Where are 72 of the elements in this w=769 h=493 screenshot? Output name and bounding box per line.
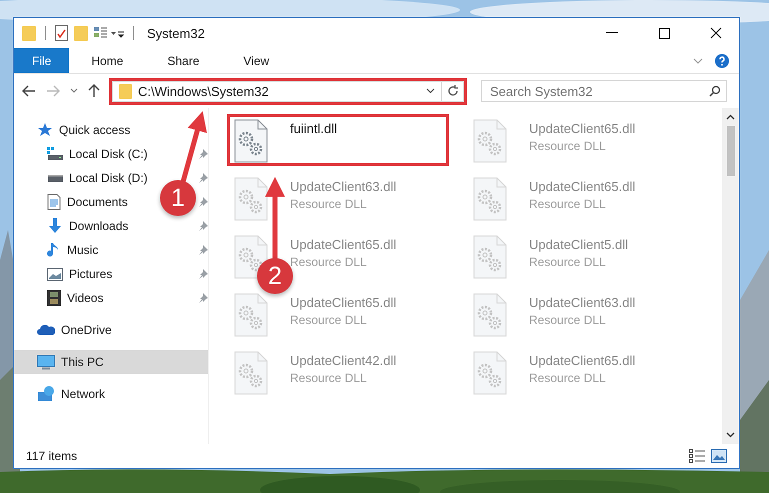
sidebar-item[interactable]: This PC: [14, 350, 208, 374]
computer-icon: [37, 354, 55, 370]
pin-icon[interactable]: [198, 149, 208, 159]
drive-icon: [47, 147, 63, 161]
dropdown-caret-icon[interactable]: [426, 88, 435, 94]
ribbon-tab[interactable]: Share: [145, 48, 222, 73]
callout-arrow: [180, 111, 207, 183]
expand-ribbon-icon[interactable]: [693, 58, 703, 64]
item-count: 117 items: [26, 449, 78, 463]
large-icons-view-icon[interactable]: [711, 449, 727, 463]
properties-icon[interactable]: [55, 25, 68, 41]
ribbon-tab[interactable]: Home: [69, 48, 146, 73]
sidebar-item[interactable]: Videos: [67, 291, 104, 305]
pin-icon[interactable]: [198, 173, 208, 183]
refresh-icon: [446, 85, 458, 97]
scroll-up-icon[interactable]: [726, 114, 735, 120]
pin-icon[interactable]: [198, 221, 208, 231]
cloud-icon: [37, 324, 55, 336]
folder-icon: [119, 84, 132, 98]
forward-arrow-icon: [46, 85, 60, 97]
address-bar[interactable]: C:\Windows\System32: [112, 80, 442, 102]
sidebar-item[interactable]: Quick access: [14, 118, 138, 142]
forward-button[interactable]: [44, 83, 62, 99]
pin-icon[interactable]: [198, 293, 208, 303]
file-type: Resource DLL: [529, 255, 607, 269]
address-path: C:\Windows\System32: [138, 84, 270, 98]
scrollbar[interactable]: [722, 108, 739, 444]
sidebar-item[interactable]: OneDrive: [14, 318, 120, 342]
sidebar-item[interactable]: Music: [67, 243, 98, 257]
scroll-thumb[interactable]: [726, 126, 734, 176]
file-type: Resource DLL: [529, 139, 607, 153]
network-icon: [37, 386, 55, 402]
close-icon: [710, 27, 722, 39]
music-note-icon: [47, 242, 61, 258]
customize-toolbar-icon[interactable]: [94, 26, 124, 40]
file-type: Resource DLL: [529, 371, 607, 385]
window-title: System32: [147, 26, 205, 40]
picture-icon: [47, 268, 63, 280]
file-type: Resource DLL: [290, 371, 368, 385]
drive-icon: [47, 174, 63, 182]
sidebar-item[interactable]: Documents: [67, 195, 128, 209]
file-name[interactable]: fuiintl.dll: [290, 121, 337, 136]
up-arrow-icon: [88, 84, 100, 98]
pin-icon[interactable]: [198, 269, 208, 279]
document-icon: [47, 194, 61, 210]
minimize-icon: [606, 32, 618, 34]
file-menu-tab[interactable]: File: [14, 48, 70, 73]
ribbon-tab[interactable]: View: [221, 48, 292, 73]
scroll-down-icon[interactable]: [726, 432, 735, 438]
back-arrow-icon: [22, 85, 36, 97]
up-button[interactable]: [86, 82, 102, 100]
download-arrow-icon: [47, 218, 63, 234]
sidebar-item[interactable]: Network: [14, 382, 114, 406]
star-icon: [37, 122, 53, 138]
sidebar-item[interactable]: Local Disk (C:): [69, 147, 148, 161]
maximize-icon: [658, 28, 670, 38]
file-type: Resource DLL: [290, 313, 368, 327]
file-type: Resource DLL: [529, 197, 607, 211]
pin-icon[interactable]: [198, 197, 208, 207]
back-button[interactable]: [20, 83, 38, 99]
pin-icon[interactable]: [198, 245, 208, 255]
file-type: Resource DLL: [290, 255, 368, 269]
caret-icon: [70, 88, 78, 94]
help-icon[interactable]: [715, 54, 729, 68]
details-view-icon[interactable]: [689, 449, 705, 463]
refresh-button[interactable]: [442, 80, 464, 102]
sidebar-item[interactable]: Downloads: [69, 219, 128, 233]
file-type: Resource DLL: [290, 197, 368, 211]
file-type: Resource DLL: [529, 313, 607, 327]
film-icon: [47, 290, 61, 306]
sidebar-item[interactable]: Local Disk (D:): [69, 171, 148, 185]
sidebar-item[interactable]: Pictures: [69, 267, 112, 281]
